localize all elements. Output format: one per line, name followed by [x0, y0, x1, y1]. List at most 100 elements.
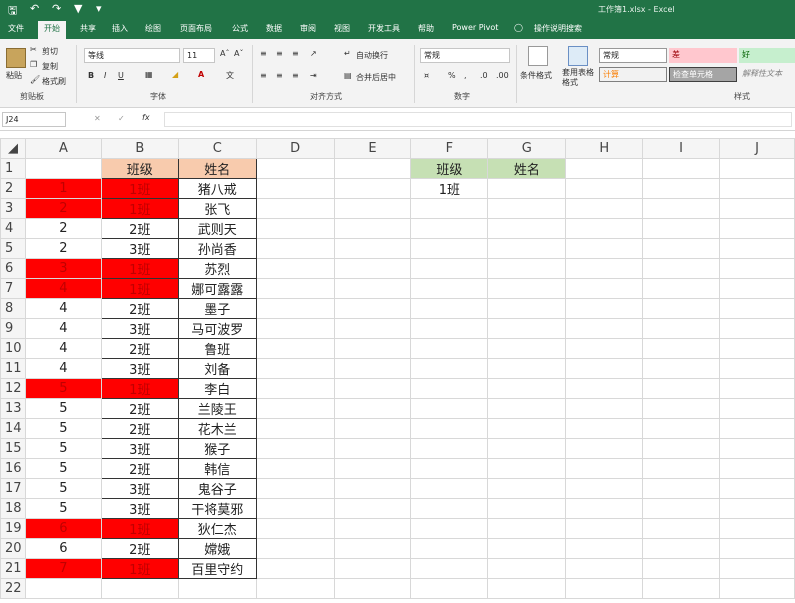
tab-draw[interactable]: 绘图 — [145, 23, 161, 34]
cell-d[interactable] — [255, 198, 335, 219]
number-format-select[interactable]: 常规 — [420, 48, 510, 63]
cell-b[interactable]: 1班 — [100, 198, 179, 219]
cell-i[interactable] — [642, 498, 721, 519]
cell-h[interactable] — [565, 218, 644, 239]
cell-e[interactable] — [333, 518, 412, 539]
cell-d[interactable] — [255, 438, 335, 459]
cell-c[interactable]: 鲁班 — [177, 338, 257, 359]
cell-h[interactable] — [565, 378, 644, 399]
cell-d[interactable] — [255, 498, 335, 519]
cell-f[interactable] — [410, 398, 489, 419]
style-check-cell[interactable]: 检查单元格 — [669, 67, 737, 82]
cell-i[interactable] — [642, 518, 721, 539]
cell-i[interactable] — [642, 318, 721, 339]
cell-c[interactable]: 猪八戒 — [177, 178, 257, 199]
column-header-d[interactable]: D — [255, 138, 335, 159]
cell-i[interactable] — [642, 358, 721, 379]
cell-e[interactable] — [333, 278, 412, 299]
tab-insert[interactable]: 插入 — [112, 23, 128, 34]
align-center-icon[interactable]: ≡ — [276, 71, 283, 80]
phonetic-icon[interactable]: 文 — [226, 70, 234, 81]
cell-b[interactable]: 2班 — [100, 538, 179, 559]
tab-formulas[interactable]: 公式 — [232, 23, 248, 34]
row-header[interactable]: 5 — [0, 238, 26, 259]
column-header-f[interactable]: F — [410, 138, 489, 159]
insert-function-button[interactable]: fx — [142, 113, 150, 122]
cell-i[interactable] — [642, 578, 721, 599]
paste-icon[interactable] — [6, 48, 26, 68]
cell-a[interactable]: 3 — [24, 258, 102, 279]
align-bottom-icon[interactable]: ≡ — [292, 49, 299, 58]
cut-icon[interactable]: ✂ — [30, 45, 37, 54]
cell-a[interactable]: 2 — [24, 218, 102, 239]
row-header[interactable]: 15 — [0, 438, 26, 459]
row-header[interactable]: 7 — [0, 278, 26, 299]
cell-d[interactable] — [255, 458, 335, 479]
cell-g[interactable] — [487, 178, 567, 199]
cell-c[interactable]: 百里守约 — [177, 558, 257, 579]
cell-i[interactable] — [642, 338, 721, 359]
cell-d[interactable] — [255, 178, 335, 199]
column-header-a[interactable]: A — [24, 138, 102, 159]
cell-j[interactable] — [719, 438, 795, 459]
cell-a[interactable]: 5 — [24, 398, 102, 419]
cell-j[interactable] — [719, 358, 795, 379]
cell-g[interactable] — [487, 398, 567, 419]
cell-j[interactable] — [719, 198, 795, 219]
decrease-font-icon[interactable]: Aˇ — [234, 49, 243, 58]
cell-j[interactable] — [719, 478, 795, 499]
cell-a[interactable] — [24, 578, 102, 599]
cell-e[interactable] — [333, 238, 412, 259]
cell-j[interactable] — [719, 518, 795, 539]
cell-h[interactable] — [565, 418, 644, 439]
row-header[interactable]: 20 — [0, 538, 26, 559]
cell-i[interactable] — [642, 378, 721, 399]
wrap-text-icon[interactable]: ↵ — [344, 49, 351, 58]
align-middle-icon[interactable]: ≡ — [276, 49, 283, 58]
conditional-format-button[interactable]: 条件格式 — [520, 70, 552, 81]
column-header-c[interactable]: C — [177, 138, 257, 159]
cell-b[interactable]: 1班 — [100, 558, 179, 579]
cell-e[interactable] — [333, 358, 412, 379]
copy-button[interactable]: 复制 — [42, 61, 58, 72]
cell-f[interactable] — [410, 498, 489, 519]
row-header[interactable]: 14 — [0, 418, 26, 439]
cell-d[interactable] — [255, 478, 335, 499]
column-header-b[interactable]: B — [100, 138, 179, 159]
cell-j[interactable] — [719, 538, 795, 559]
cell-d[interactable] — [255, 358, 335, 379]
cell-b[interactable]: 3班 — [100, 358, 179, 379]
italic-button[interactable]: I — [104, 71, 106, 80]
font-name-select[interactable]: 等线 — [84, 48, 180, 63]
cell-e[interactable] — [333, 218, 412, 239]
cell-i[interactable] — [642, 158, 721, 179]
cell-b[interactable]: 2班 — [100, 398, 179, 419]
cell-d[interactable] — [255, 298, 335, 319]
cell-i[interactable] — [642, 218, 721, 239]
cell-c[interactable] — [177, 578, 257, 599]
cell-g[interactable] — [487, 198, 567, 219]
cell-i[interactable] — [642, 538, 721, 559]
cell-g[interactable] — [487, 298, 567, 319]
row-header[interactable]: 18 — [0, 498, 26, 519]
cell-e[interactable] — [333, 318, 412, 339]
cell-e[interactable] — [333, 398, 412, 419]
bold-button[interactable]: B — [88, 71, 94, 80]
cell-c[interactable]: 苏烈 — [177, 258, 257, 279]
cell-f[interactable] — [410, 578, 489, 599]
cell-c[interactable]: 干将莫邪 — [177, 498, 257, 519]
row-header[interactable]: 16 — [0, 458, 26, 479]
cell-h[interactable] — [565, 318, 644, 339]
align-top-icon[interactable]: ≡ — [260, 49, 267, 58]
font-size-select[interactable]: 11 — [183, 48, 215, 63]
cell-c[interactable]: 张飞 — [177, 198, 257, 219]
cell-d[interactable] — [255, 218, 335, 239]
underline-button[interactable]: U — [118, 71, 124, 80]
cell-f[interactable] — [410, 478, 489, 499]
cell-a[interactable]: 5 — [24, 418, 102, 439]
cell-a[interactable]: 5 — [24, 498, 102, 519]
format-painter-icon[interactable]: 🖌 — [30, 75, 40, 84]
cell-d[interactable] — [255, 278, 335, 299]
tab-tell-me[interactable]: 操作说明搜索 — [534, 23, 582, 34]
column-header-i[interactable]: I — [642, 138, 721, 159]
